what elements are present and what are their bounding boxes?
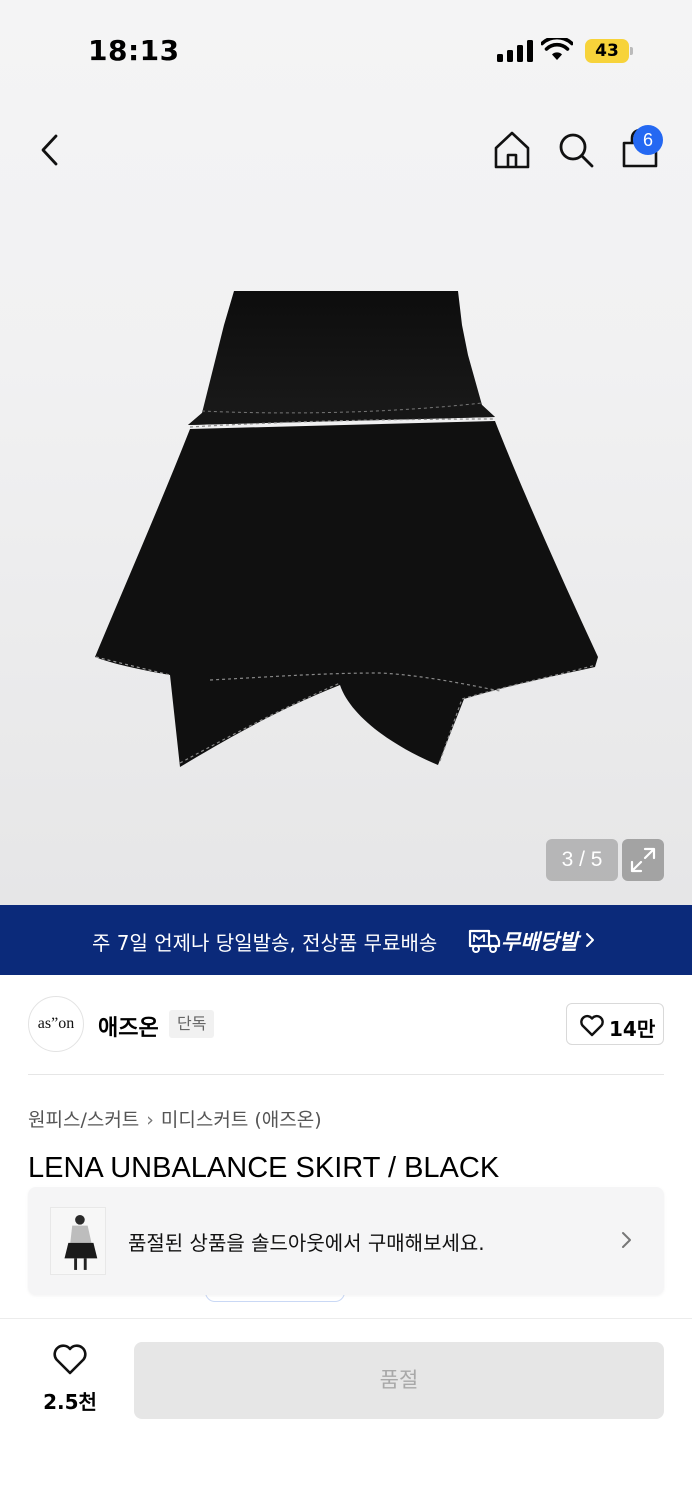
soldout-banner[interactable]: 품절된 상품을 솔드아웃에서 구매해보세요.: [28, 1187, 664, 1295]
delivery-truck-icon: [468, 929, 501, 953]
heart-icon: [53, 1344, 87, 1375]
home-icon[interactable]: [490, 128, 534, 172]
divider: [28, 1074, 664, 1075]
breadcrumb-category[interactable]: 원피스/스커트: [28, 1109, 139, 1131]
search-icon[interactable]: [554, 128, 598, 172]
image-counter: 3 / 5: [546, 839, 618, 881]
wifi-icon: [541, 38, 573, 60]
chevron-right-icon: ›: [146, 1109, 154, 1131]
status-bar: 18:13 43: [0, 0, 692, 100]
back-icon[interactable]: [30, 128, 70, 172]
battery-icon: 43: [585, 39, 633, 63]
brand-like-button[interactable]: 14만: [566, 1003, 664, 1045]
wishlist-count: 2.5천: [43, 1390, 97, 1414]
soldout-banner-text: 품절된 상품을 솔드아웃에서 구매해보세요.: [128, 1231, 485, 1255]
promo-text: 주 7일 언제나 당일발송, 전상품 무료배송: [92, 931, 438, 955]
signal-icon: [497, 40, 533, 62]
expand-icon[interactable]: [622, 839, 664, 881]
chevron-right-icon: [586, 933, 594, 947]
status-time: 18:13: [88, 34, 180, 67]
soldout-button[interactable]: 품절: [134, 1342, 664, 1419]
chevron-right-icon: [622, 1232, 631, 1248]
brand-logo[interactable]: as”on: [28, 996, 84, 1052]
wishlist-button[interactable]: 2.5천: [30, 1340, 110, 1416]
heart-icon: [580, 1014, 604, 1037]
product-title: LENA UNBALANCE SKIRT / BLACK: [28, 1152, 500, 1184]
battery-level: 43: [585, 39, 629, 63]
breadcrumb: 원피스/스커트 › 미디스커트 (애즈온): [28, 1105, 322, 1132]
breadcrumb-subcategory[interactable]: 미디스커트 (애즈온): [161, 1109, 322, 1131]
soldout-thumbnail: [50, 1207, 106, 1275]
brand-like-count: 14만: [609, 1017, 656, 1041]
promo-brand: 무배당발: [501, 930, 579, 954]
brand-name[interactable]: 애즈온: [98, 1010, 159, 1042]
product-photo: [95, 291, 598, 767]
cart-count-badge: 6: [633, 125, 663, 155]
exclusive-badge: 단독: [169, 1010, 215, 1038]
